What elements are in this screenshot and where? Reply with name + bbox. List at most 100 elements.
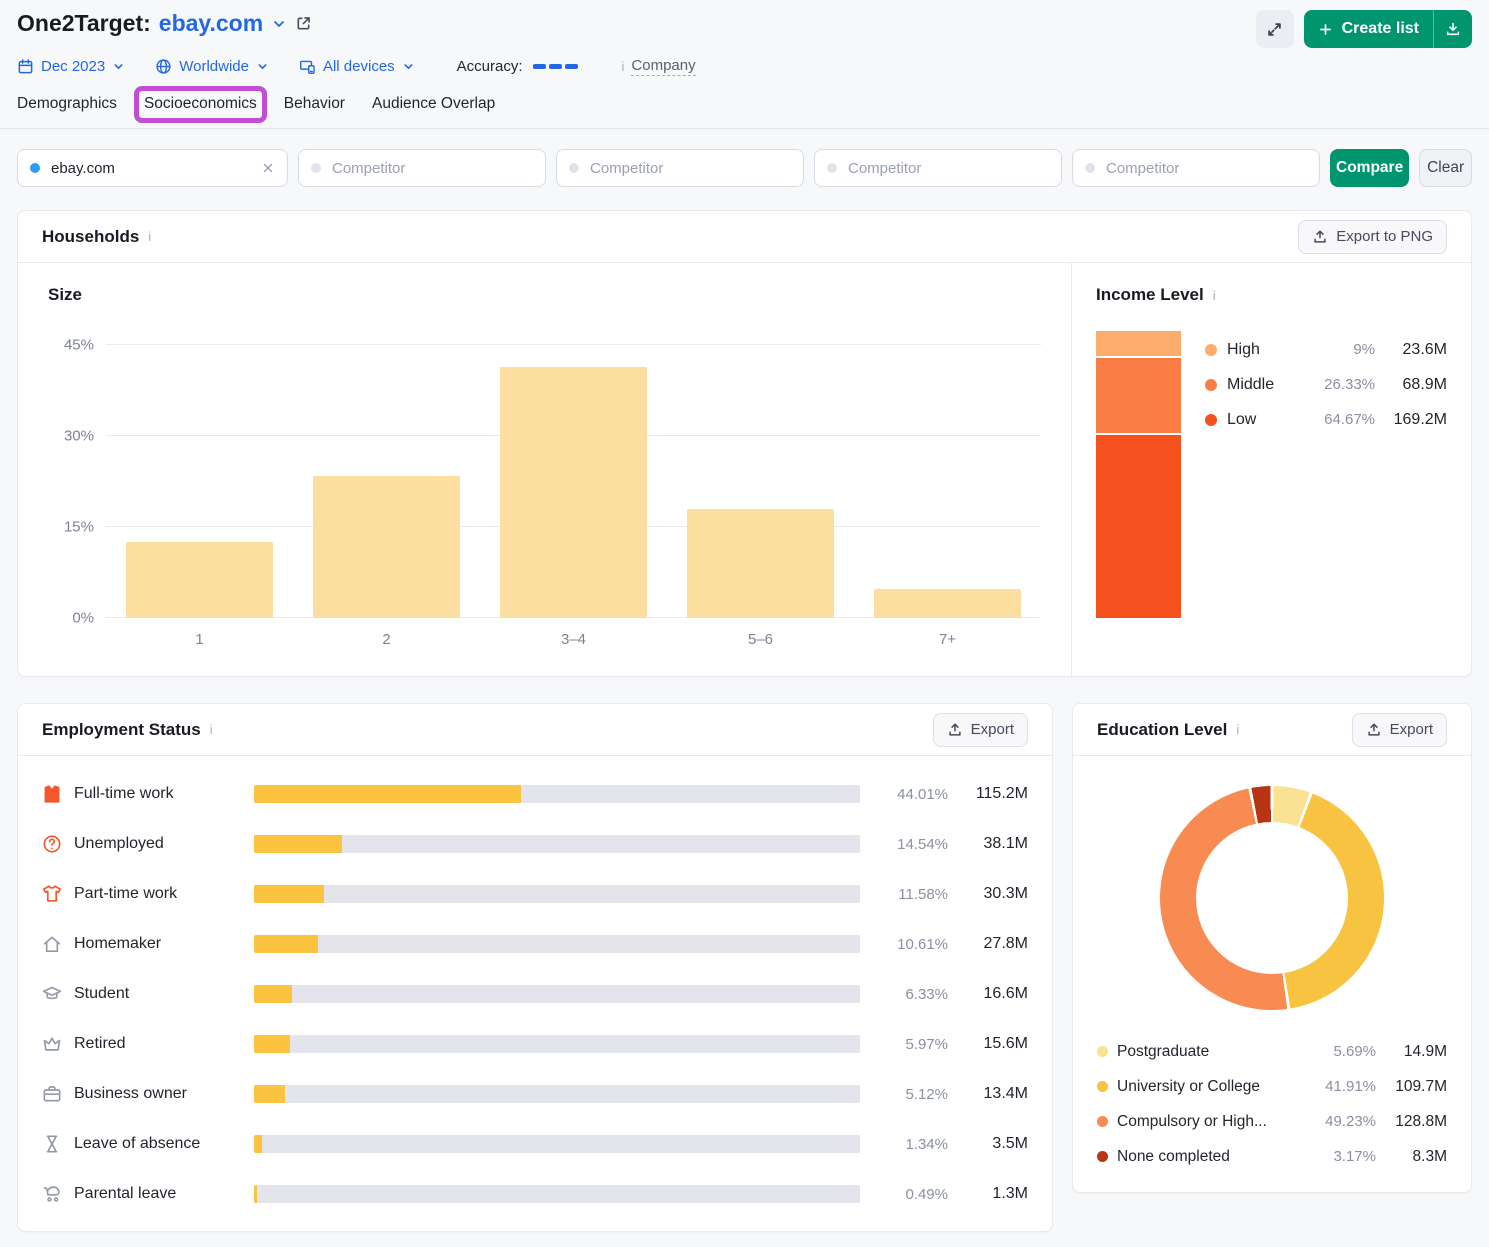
employment-row: Full-time work 44.01% 115.2M [42,769,1028,819]
devices-filter-label: All devices [323,58,395,75]
size-bar-slot [293,476,480,618]
legend-dot [1097,1081,1108,1092]
employment-percent: 44.01% [872,786,948,803]
tab-socioeconomics[interactable]: Socioeconomics [144,86,257,128]
accuracy-level-icon [533,64,578,69]
legend-dot [1097,1116,1108,1127]
devices-filter[interactable]: All devices [299,58,415,75]
page-title: One2Target: ebay.com [17,10,312,37]
employment-value: 16.6M [960,985,1028,1003]
company-link[interactable]: i Company [622,57,696,76]
chevron-down-icon[interactable] [271,16,287,32]
education-export-button[interactable]: Export [1352,713,1447,747]
main-domain-field[interactable] [49,159,252,178]
employment-bar-track[interactable] [254,785,860,803]
legend-percent: 64.67% [1324,411,1375,428]
info-icon[interactable]: i [1213,288,1216,303]
clear-button[interactable]: Clear [1419,149,1472,187]
income-level-legend: High9%23.6MMiddle26.33%68.9MLow64.67%169… [1205,331,1447,618]
competitor-input-3[interactable] [814,149,1062,187]
close-icon[interactable] [261,161,275,175]
employment-label: Full-time work [74,785,242,803]
size-bar[interactable] [126,542,273,618]
competitor-field-4[interactable] [1104,159,1307,178]
employment-value: 115.2M [960,785,1028,803]
tab-demographics[interactable]: Demographics [17,86,117,128]
employment-label: Retired [74,1035,242,1053]
legend-value: 128.8M [1385,1113,1447,1131]
size-bar[interactable] [500,367,647,618]
chevron-down-icon [256,60,269,73]
domain-color-dot [30,163,40,173]
employment-bar-track[interactable] [254,835,860,853]
tab-behavior[interactable]: Behavior [284,86,345,128]
employment-bar-track[interactable] [254,1085,860,1103]
size-bar[interactable] [687,509,834,618]
size-bar[interactable] [313,476,460,618]
info-icon[interactable]: i [1236,722,1239,737]
employment-bar-track[interactable] [254,1035,860,1053]
create-list-label: Create list [1342,20,1419,38]
competitor-bar: Compare Clear [17,149,1472,187]
income-segment[interactable] [1096,331,1181,356]
legend-value: 14.9M [1385,1043,1447,1061]
export-to-png-button[interactable]: Export to PNG [1298,220,1447,254]
competitor-field-3[interactable] [846,159,1049,178]
question-circle-icon [42,834,62,854]
employment-bar-track[interactable] [254,985,860,1003]
page-title-domain: ebay.com [159,10,263,37]
external-link-icon[interactable] [295,15,312,32]
competitor-field-2[interactable] [588,159,791,178]
employment-row: Parental leave0.49%1.3M [42,1169,1028,1219]
competitor-field-1[interactable] [330,159,533,178]
size-section-title: Size [48,285,1041,305]
legend-label: Low [1227,411,1314,429]
legend-dot [1205,414,1217,426]
size-bar-slot [480,367,667,618]
employment-value: 38.1M [960,835,1028,853]
expand-icon [1266,21,1283,38]
y-axis-label: 30% [48,428,94,445]
expand-button[interactable] [1256,10,1294,48]
main-domain-input[interactable] [17,149,288,187]
tab-bar: Demographics Socioeconomics Behavior Aud… [0,86,1489,129]
create-list-button[interactable]: Create list [1304,10,1472,48]
employment-label: Business owner [74,1085,242,1103]
accuracy-indicator: Accuracy: [457,58,578,75]
chevron-down-icon [402,60,415,73]
calendar-icon [17,58,34,75]
date-filter[interactable]: Dec 2023 [17,58,125,75]
upload-icon [947,722,963,738]
location-filter[interactable]: Worldwide [155,58,269,75]
size-bar[interactable] [874,589,1021,618]
employment-bar-track[interactable] [254,1135,860,1153]
graduation-cap-icon [42,984,62,1004]
education-donut-chart[interactable] [1160,786,1384,1010]
x-axis-label: 5–6 [667,631,854,648]
income-segment[interactable] [1096,358,1181,433]
education-card-title: Education Level [1097,720,1227,740]
employment-row: Student6.33%16.6M [42,969,1028,1019]
legend-label: Compulsory or High... [1117,1113,1305,1131]
briefcase-icon [42,1084,62,1104]
income-segment[interactable] [1096,435,1181,618]
export-to-png-label: Export to PNG [1336,228,1433,245]
compare-button[interactable]: Compare [1330,149,1409,187]
employment-bar-track[interactable] [254,1185,860,1203]
competitor-input-4[interactable] [1072,149,1320,187]
competitor-input-1[interactable] [298,149,546,187]
tshirt-icon [42,884,62,904]
tab-audience-overlap[interactable]: Audience Overlap [372,86,495,128]
employment-label: Homemaker [74,935,242,953]
info-icon[interactable]: i [148,229,151,244]
employment-bar-fill [254,1085,285,1103]
legend-label: Postgraduate [1117,1043,1305,1061]
download-icon[interactable] [1434,10,1472,48]
employment-export-button[interactable]: Export [933,713,1028,747]
info-icon[interactable]: i [210,722,213,737]
x-axis-label: 1 [106,631,293,648]
employment-bar-track[interactable] [254,935,860,953]
employment-bar-track[interactable] [254,885,860,903]
competitor-input-2[interactable] [556,149,804,187]
tab-socioeconomics-label: Socioeconomics [144,95,257,112]
